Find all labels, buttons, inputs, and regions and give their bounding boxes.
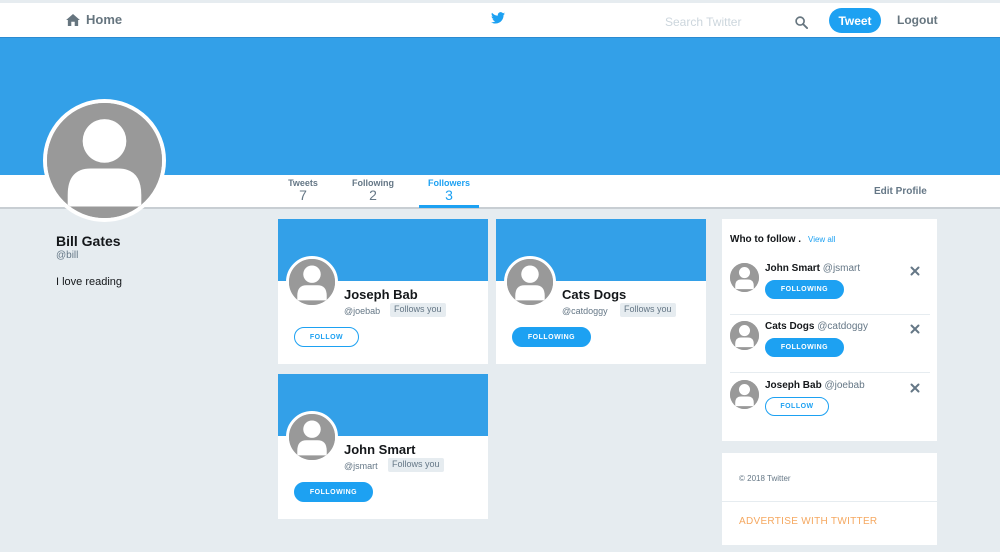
divider: [730, 372, 930, 373]
tweet-button[interactable]: Tweet: [829, 8, 881, 33]
suggestion-handle: @catdoggy: [817, 321, 868, 332]
following-button[interactable]: FOLLOWING: [765, 338, 844, 357]
close-icon[interactable]: [910, 324, 920, 334]
avatar-placeholder-icon: [289, 259, 335, 305]
suggestion-row: Cats Dogs @catdoggy FOLLOWING: [722, 315, 937, 373]
home-link[interactable]: Home: [66, 12, 122, 27]
divider: [722, 501, 937, 502]
copyright-text: © 2018 Twitter: [739, 474, 791, 483]
follower-handle: @catdoggy: [562, 306, 608, 316]
suggestion-user[interactable]: Cats Dogs @catdoggy: [765, 321, 868, 332]
avatar[interactable]: [730, 321, 759, 350]
following-button[interactable]: FOLLOWING: [765, 280, 844, 299]
tab-followers[interactable]: Followers 3: [419, 178, 479, 203]
avatar[interactable]: [504, 256, 556, 308]
suggestion-user[interactable]: Joseph Bab @joebab: [765, 380, 865, 391]
follower-name[interactable]: John Smart: [344, 442, 416, 457]
follower-name[interactable]: Joseph Bab: [344, 287, 418, 302]
follower-name[interactable]: Cats Dogs: [562, 287, 626, 302]
follows-you-badge: Follows you: [620, 303, 676, 317]
profile-handle: @bill: [56, 250, 79, 261]
follower-card: John Smart @jsmart Follows you FOLLOWING: [278, 374, 488, 519]
advertise-link[interactable]: ADVERTISE WITH TWITTER: [739, 516, 877, 527]
follow-button[interactable]: FOLLOW: [294, 327, 359, 347]
close-icon[interactable]: [910, 266, 920, 276]
suggestion-handle: @joebab: [824, 380, 865, 391]
avatar-placeholder-icon: [289, 414, 335, 460]
tab-tweets[interactable]: Tweets 7: [273, 178, 333, 203]
tab-tweets-count: 7: [299, 187, 307, 203]
search-input[interactable]: [665, 11, 815, 33]
active-tab-underline: [419, 205, 479, 208]
tab-following-count: 2: [369, 187, 377, 203]
follows-you-badge: Follows you: [388, 458, 444, 472]
avatar[interactable]: [286, 256, 338, 308]
avatar-placeholder-icon: [507, 259, 553, 305]
close-icon[interactable]: [910, 383, 920, 393]
home-icon: [66, 13, 80, 26]
follower-card: Cats Dogs @catdoggy Follows you FOLLOWIN…: [496, 219, 706, 364]
who-to-follow-panel: Who to follow . View all John Smart @jsm…: [722, 219, 937, 441]
avatar-placeholder-icon: [730, 380, 759, 409]
avatar-placeholder-icon: [730, 263, 759, 292]
suggestion-name: Cats Dogs: [765, 321, 815, 332]
avatar-placeholder-icon: [47, 103, 162, 218]
avatar[interactable]: [730, 263, 759, 292]
suggestion-name: Joseph Bab: [765, 380, 822, 391]
follower-card: Joseph Bab @joebab Follows you FOLLOW: [278, 219, 488, 364]
tab-following[interactable]: Following 2: [343, 178, 403, 203]
profile-avatar[interactable]: [43, 99, 166, 222]
view-all-link[interactable]: View all: [808, 235, 835, 244]
who-to-follow-title: Who to follow .: [730, 234, 802, 245]
suggestion-name: John Smart: [765, 263, 821, 274]
search-icon[interactable]: [795, 16, 808, 29]
profile-name: Bill Gates: [56, 233, 121, 249]
tab-followers-count: 3: [445, 187, 453, 203]
footer-panel: © 2018 Twitter ADVERTISE WITH TWITTER: [722, 453, 937, 545]
twitter-bird-icon[interactable]: [491, 12, 505, 24]
logout-link[interactable]: Logout: [897, 13, 938, 27]
follows-you-badge: Follows you: [390, 303, 446, 317]
follower-handle: @joebab: [344, 306, 381, 316]
edit-profile-button[interactable]: Edit Profile: [874, 186, 927, 197]
follow-button[interactable]: FOLLOW: [765, 397, 829, 416]
avatar-placeholder-icon: [730, 321, 759, 350]
suggestion-handle: @jsmart: [822, 263, 861, 274]
suggestion-row: John Smart @jsmart FOLLOWING: [722, 257, 937, 315]
avatar[interactable]: [286, 411, 338, 463]
suggestion-user[interactable]: John Smart @jsmart: [765, 263, 860, 274]
following-button[interactable]: FOLLOWING: [294, 482, 373, 502]
top-nav: Home Tweet Logout: [0, 0, 1000, 37]
home-label: Home: [86, 12, 123, 27]
avatar[interactable]: [730, 380, 759, 409]
profile-bio: I love reading: [56, 276, 123, 288]
follower-handle: @jsmart: [344, 461, 378, 471]
following-button[interactable]: FOLLOWING: [512, 327, 591, 347]
suggestion-row: Joseph Bab @joebab FOLLOW: [722, 374, 937, 432]
